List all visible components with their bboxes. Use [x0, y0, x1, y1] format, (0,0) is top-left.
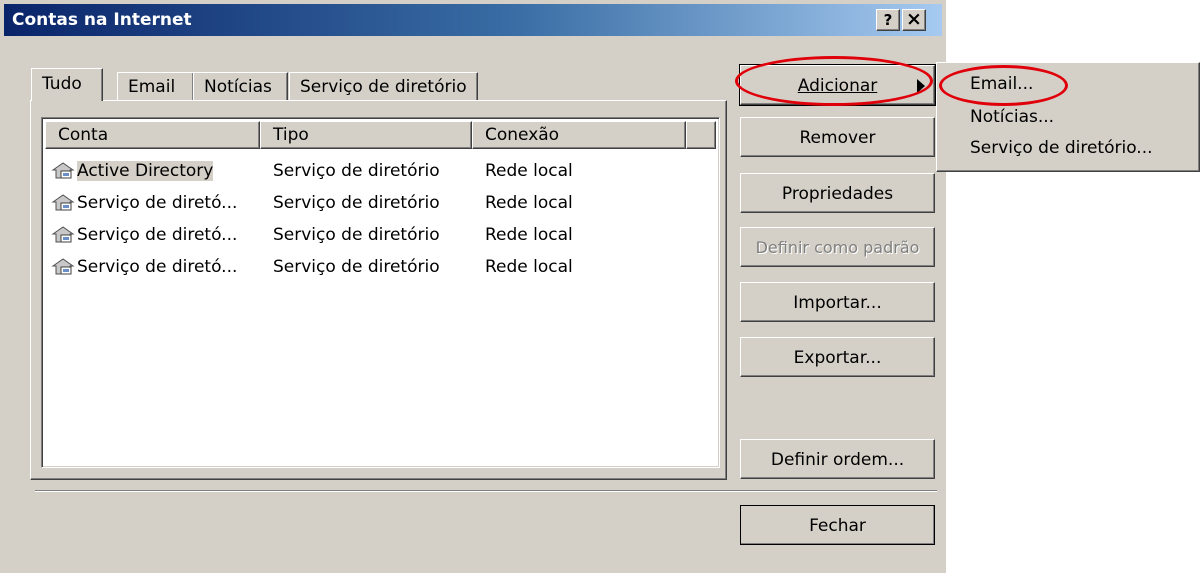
type-cell: Serviço de diretório	[273, 225, 440, 245]
column-header-tipo[interactable]: Tipo	[260, 121, 472, 149]
window-title: Contas na Internet	[12, 10, 192, 30]
submenu-arrow-icon	[917, 79, 925, 93]
tab-servico-diretorio[interactable]: Serviço de diretório	[289, 72, 478, 101]
directory-service-icon	[51, 226, 75, 243]
table-row[interactable]: Serviço de diretó... Serviço de diretóri…	[51, 220, 711, 250]
account-cell: Serviço de diretó...	[51, 220, 237, 250]
close-window-button[interactable]: ×	[902, 9, 926, 31]
title-bar[interactable]: Contas na Internet ? ×	[4, 4, 942, 36]
connection-cell: Rede local	[485, 225, 573, 245]
column-header-conexao[interactable]: Conexão	[472, 121, 686, 149]
connection-cell: Rede local	[485, 257, 573, 277]
type-cell: Serviço de diretório	[273, 161, 440, 181]
menu-item-noticias[interactable]: Notícias...	[970, 107, 1054, 127]
accounts-list[interactable]: Conta Tipo Conexão Active Directory Serv…	[41, 117, 720, 468]
type-cell: Serviço de diretório	[273, 193, 440, 213]
table-row[interactable]: Serviço de diretó... Serviço de diretóri…	[51, 188, 711, 218]
tab-email[interactable]: Email	[117, 72, 194, 101]
type-cell: Serviço de diretório	[273, 257, 440, 277]
column-header-filler	[686, 121, 716, 149]
table-row[interactable]: Serviço de diretó... Serviço de diretóri…	[51, 252, 711, 282]
menu-item-email[interactable]: Email...	[970, 74, 1033, 94]
menu-item-servico-diretorio[interactable]: Serviço de diretório...	[970, 138, 1153, 158]
account-name: Serviço de diretó...	[77, 257, 238, 277]
add-submenu: Email... Notícias... Serviço de diretóri…	[936, 62, 1200, 172]
add-button-label: Adicionar	[797, 76, 878, 96]
add-button[interactable]: Adicionar	[739, 64, 936, 106]
account-name: Active Directory	[77, 161, 214, 181]
column-header-conta[interactable]: Conta	[45, 121, 260, 149]
tab-tudo[interactable]: Tudo	[31, 68, 103, 101]
account-name: Serviço de diretó...	[77, 193, 238, 213]
separator	[35, 490, 937, 492]
table-row[interactable]: Active Directory Serviço de diretório Re…	[51, 156, 711, 186]
account-cell: Serviço de diretó...	[51, 252, 237, 282]
directory-service-icon	[51, 162, 75, 179]
set-order-button[interactable]: Definir ordem...	[740, 439, 935, 479]
export-button[interactable]: Exportar...	[740, 337, 935, 377]
account-cell: Serviço de diretó...	[51, 188, 237, 218]
accounts-dialog: Contas na Internet ? × Tudo Email Notíci…	[0, 0, 946, 573]
properties-button[interactable]: Propriedades	[740, 173, 935, 213]
connection-cell: Rede local	[485, 193, 573, 213]
directory-service-icon	[51, 258, 75, 275]
import-button[interactable]: Importar...	[740, 282, 935, 322]
help-button[interactable]: ?	[876, 9, 900, 31]
tab-noticias[interactable]: Notícias	[193, 72, 288, 101]
account-name: Serviço de diretó...	[77, 225, 238, 245]
close-button[interactable]: Fechar	[740, 505, 935, 545]
set-default-button[interactable]: Definir como padrão	[740, 227, 935, 267]
connection-cell: Rede local	[485, 161, 573, 181]
account-cell: Active Directory	[51, 156, 214, 186]
directory-service-icon	[51, 194, 75, 211]
remove-button[interactable]: Remover	[740, 117, 935, 157]
